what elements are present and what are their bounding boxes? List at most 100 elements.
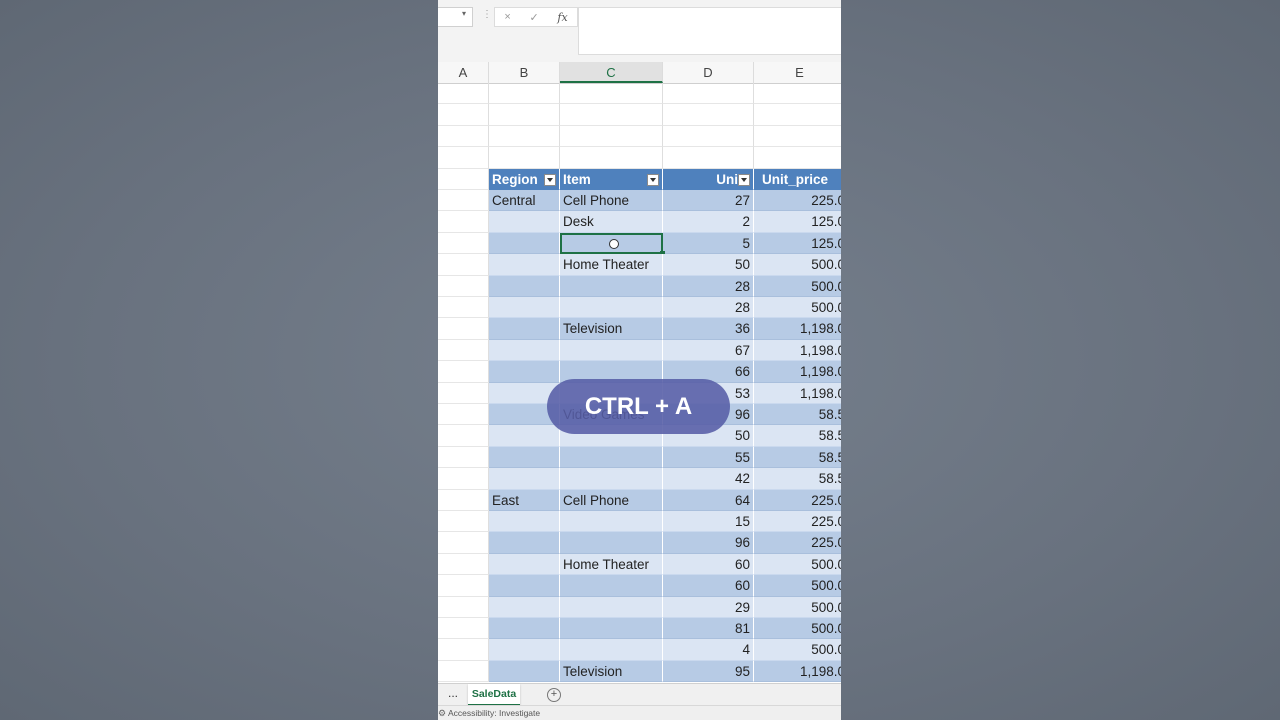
grid-cell[interactable] (663, 83, 754, 105)
table-cell[interactable] (560, 339, 663, 362)
table-cell[interactable]: 60 (663, 553, 754, 576)
filter-dropdown-icon[interactable] (647, 173, 659, 186)
grid-cell[interactable] (438, 596, 489, 618)
column-header-d[interactable]: D (663, 62, 754, 83)
grid-cell[interactable] (560, 104, 663, 126)
table-cell[interactable] (560, 275, 663, 297)
grid-cell[interactable] (438, 125, 489, 148)
table-cell[interactable] (489, 446, 560, 469)
table-cell[interactable]: 60 (663, 575, 754, 597)
table-cell[interactable]: Home Theater (560, 254, 663, 276)
grid-cell[interactable] (438, 168, 489, 190)
grid-cell[interactable] (438, 575, 489, 597)
grid-cell[interactable] (438, 254, 489, 276)
grid-cell[interactable] (438, 468, 489, 490)
table-cell[interactable]: Home Theater (560, 553, 663, 576)
table-cell[interactable] (489, 232, 560, 255)
grid-cell[interactable] (438, 211, 489, 233)
table-cell[interactable]: 28 (663, 275, 754, 297)
grid-cell[interactable] (438, 532, 489, 554)
grid-cell[interactable] (754, 83, 841, 105)
table-cell[interactable]: 1,198.0 (754, 318, 841, 340)
table-cell[interactable]: 55 (663, 446, 754, 469)
table-cell[interactable] (560, 511, 663, 533)
table-cell[interactable]: 67 (663, 339, 754, 362)
grid-cell[interactable] (438, 660, 489, 683)
table-cell[interactable]: Television (560, 318, 663, 340)
filter-dropdown-icon[interactable] (738, 173, 750, 186)
table-cell[interactable]: 58.5 (754, 425, 841, 447)
name-box[interactable] (438, 7, 473, 27)
cancel-icon[interactable]: × (504, 11, 510, 23)
grid-cell[interactable] (438, 104, 489, 126)
grid-cell[interactable] (489, 147, 560, 169)
table-cell[interactable]: 1,198.0 (754, 361, 841, 383)
more-options-icon[interactable]: ⋮ (482, 9, 492, 20)
table-cell[interactable]: Television (560, 660, 663, 683)
table-cell[interactable] (560, 297, 663, 319)
table-cell[interactable] (489, 254, 560, 276)
grid-cell[interactable] (663, 147, 754, 169)
table-header-unit-price[interactable]: Unit_price (754, 168, 841, 190)
grid-cell[interactable] (754, 147, 841, 169)
grid-cell[interactable] (438, 511, 489, 533)
table-cell[interactable]: 225.0 (754, 489, 841, 511)
table-cell[interactable]: 500.0 (754, 575, 841, 597)
table-cell[interactable]: 1,198.0 (754, 382, 841, 404)
grid-cell[interactable] (489, 104, 560, 126)
table-cell[interactable] (489, 639, 560, 661)
accessibility-icon[interactable]: ⚙ (438, 708, 446, 719)
table-cell[interactable] (489, 575, 560, 597)
grid-cell[interactable] (438, 489, 489, 511)
table-cell[interactable] (560, 618, 663, 640)
table-cell[interactable] (560, 446, 663, 469)
formula-input[interactable] (578, 7, 841, 55)
table-cell[interactable]: 28 (663, 297, 754, 319)
grid-cell[interactable] (438, 232, 489, 255)
table-cell[interactable]: 500.0 (754, 275, 841, 297)
grid-cell[interactable] (438, 147, 489, 169)
sheet-tab-saledata[interactable]: SaleData (468, 684, 520, 706)
table-cell[interactable] (489, 318, 560, 340)
column-header-b[interactable]: B (489, 62, 560, 83)
table-cell[interactable]: 500.0 (754, 553, 841, 576)
table-cell[interactable]: 81 (663, 618, 754, 640)
table-cell[interactable] (489, 211, 560, 233)
grid-cell[interactable] (560, 147, 663, 169)
more-sheets-button[interactable]: ... (448, 686, 458, 700)
filter-dropdown-icon[interactable] (544, 173, 556, 186)
table-cell[interactable]: 500.0 (754, 297, 841, 319)
table-cell[interactable] (489, 361, 560, 383)
table-cell[interactable] (560, 532, 663, 554)
table-cell[interactable]: 27 (663, 190, 754, 212)
table-cell[interactable] (560, 639, 663, 661)
table-cell[interactable] (489, 618, 560, 640)
table-cell[interactable]: 225.0 (754, 511, 841, 533)
grid-cell[interactable] (663, 125, 754, 148)
table-cell[interactable]: 29 (663, 596, 754, 618)
grid-cell[interactable] (438, 339, 489, 362)
grid-cell[interactable] (438, 275, 489, 297)
table-cell[interactable]: Cell Phone (560, 190, 663, 212)
grid-cell[interactable] (438, 361, 489, 383)
table-cell[interactable]: 225.0 (754, 532, 841, 554)
table-cell[interactable]: 58.5 (754, 446, 841, 469)
table-cell[interactable]: 500.0 (754, 596, 841, 618)
accessibility-status[interactable]: Accessibility: Investigate (448, 708, 540, 718)
table-cell[interactable]: 1,198.0 (754, 660, 841, 683)
table-cell[interactable]: 500.0 (754, 639, 841, 661)
table-header-item[interactable]: Item (560, 168, 663, 190)
table-cell[interactable]: 2 (663, 211, 754, 233)
grid-cell[interactable] (438, 425, 489, 447)
table-cell[interactable]: East (489, 489, 560, 511)
grid-cell[interactable] (489, 83, 560, 105)
column-header-e[interactable]: E (754, 62, 841, 83)
table-cell[interactable]: 125.0 (754, 211, 841, 233)
grid-cell[interactable] (438, 618, 489, 640)
add-sheet-icon[interactable]: + (547, 688, 561, 702)
grid-cell[interactable] (438, 382, 489, 404)
table-cell[interactable] (489, 425, 560, 447)
table-cell[interactable]: 95 (663, 660, 754, 683)
table-cell[interactable]: 1,198.0 (754, 339, 841, 362)
table-cell[interactable] (489, 553, 560, 576)
